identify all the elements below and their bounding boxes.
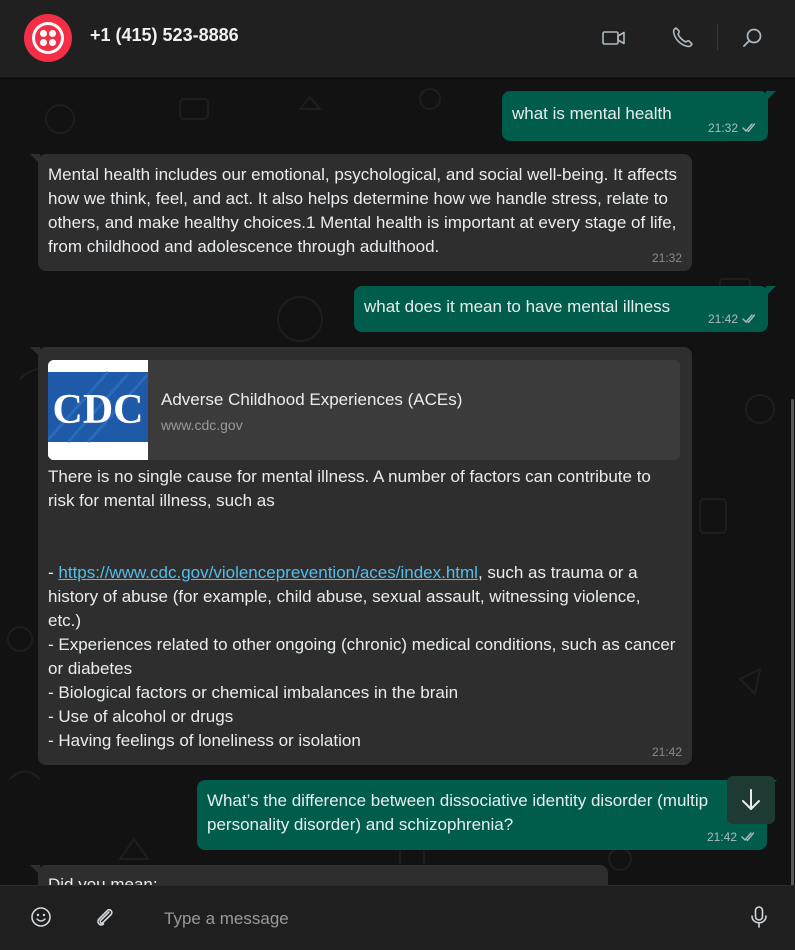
message-text: what is mental health	[512, 104, 672, 123]
bubble-tail	[30, 154, 40, 164]
search-icon[interactable]	[740, 25, 766, 51]
header-divider	[717, 24, 718, 50]
contact-avatar[interactable]	[24, 14, 72, 62]
bubble-tail	[30, 347, 40, 357]
contact-name[interactable]: +1 (415) 523-8886	[90, 25, 239, 46]
message-time: 21:32	[651, 251, 682, 265]
phone-icon[interactable]	[669, 25, 695, 51]
microphone-icon[interactable]	[746, 904, 772, 930]
message-intro: There is no single cause for mental illn…	[48, 467, 656, 510]
message-meta: 21:32	[652, 251, 682, 265]
bubble-tail	[30, 865, 40, 875]
message-composer	[0, 885, 795, 950]
chat-header: +1 (415) 523-8886	[0, 0, 795, 78]
list-prefix: -	[48, 563, 59, 582]
message-time: 21:42	[707, 312, 738, 326]
message-meta: 21:42	[708, 312, 758, 326]
logo-text: CDC	[53, 387, 144, 433]
double-check-icon	[742, 314, 756, 324]
message-link[interactable]: https://www.cdc.gov/violenceprevention/a…	[58, 563, 478, 582]
scrollbar[interactable]	[791, 399, 794, 885]
message-list[interactable]: what is mental health 21:32 Mental healt…	[0, 79, 795, 885]
message-input[interactable]	[162, 902, 706, 936]
arrow-down-icon	[742, 789, 760, 810]
message-time: 21:42	[651, 745, 682, 759]
message-text: Mental health includes our emotional, ps…	[48, 165, 682, 256]
attach-icon[interactable]	[92, 904, 118, 930]
message-outgoing[interactable]: what is mental health 21:32	[502, 91, 776, 141]
message-meta: 21:42	[652, 745, 682, 759]
message-meta: 21:42	[707, 830, 757, 844]
message-text: What’s the difference between dissociati…	[207, 791, 713, 834]
bubble-tail	[766, 91, 776, 101]
message-meta: 21:32	[708, 121, 758, 135]
link-preview-title: Adverse Childhood Experiences (ACEs)	[161, 390, 463, 409]
emoji-icon[interactable]	[28, 904, 54, 930]
message-outgoing[interactable]: What’s the difference between dissociati…	[197, 780, 767, 850]
cdc-logo: CDC	[48, 360, 148, 460]
double-check-icon	[742, 123, 756, 133]
double-check-icon	[741, 832, 755, 842]
message-text: Did you mean:	[48, 875, 158, 885]
link-preview-domain: www.cdc.gov	[161, 417, 243, 433]
message-body: , such as trauma or a history of abuse (…	[48, 563, 676, 750]
message-time: 21:42	[706, 830, 737, 844]
link-preview-card[interactable]: CDC Adverse Childhood Experiences (ACEs)…	[48, 360, 680, 460]
message-text: There is no single cause for mental illn…	[48, 465, 678, 753]
scroll-to-bottom-button[interactable]	[727, 776, 775, 824]
message-time: 21:32	[707, 121, 738, 135]
twilio-logo	[32, 22, 64, 54]
message-incoming[interactable]: Did you mean:	[30, 865, 608, 885]
video-call-icon[interactable]	[601, 25, 627, 51]
bubble-tail	[766, 286, 776, 296]
message-incoming[interactable]: CDC Adverse Childhood Experiences (ACEs)…	[30, 347, 692, 765]
message-text: what does it mean to have mental illness	[364, 297, 671, 316]
message-incoming[interactable]: Mental health includes our emotional, ps…	[30, 154, 692, 271]
message-outgoing[interactable]: what does it mean to have mental illness…	[354, 286, 776, 332]
